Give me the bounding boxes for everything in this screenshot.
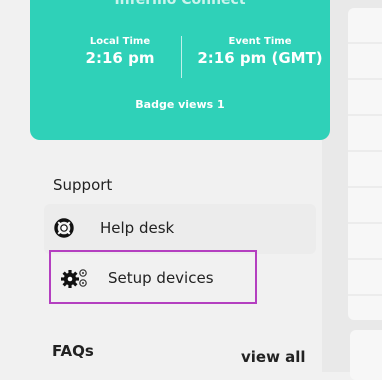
faqs-heading: FAQs xyxy=(52,342,94,360)
event-time-label: Event Time xyxy=(228,36,292,47)
time-display: Local Time 2:16 pm Event Time 2:16 pm (G… xyxy=(30,36,330,86)
event-title: Infermo Connect xyxy=(114,0,246,8)
support-heading: Support xyxy=(53,176,113,194)
background-content xyxy=(322,0,382,380)
badge-views: Badge views 1 xyxy=(135,98,225,111)
gears-icon xyxy=(61,267,91,289)
help-desk-button[interactable]: Help desk xyxy=(44,204,316,254)
time-divider xyxy=(181,36,182,78)
setup-devices-button[interactable]: Setup devices xyxy=(49,250,257,304)
local-time-label: Local Time xyxy=(89,36,151,47)
local-time-value: 2:16 pm xyxy=(85,49,155,67)
background-panel xyxy=(348,8,382,320)
event-time: Event Time 2:16 pm (GMT) xyxy=(190,36,330,67)
setup-devices-label: Setup devices xyxy=(108,269,214,287)
local-time: Local Time 2:16 pm xyxy=(50,36,190,67)
event-time-value: 2:16 pm (GMT) xyxy=(197,49,323,67)
help-desk-label: Help desk xyxy=(100,219,175,237)
background-card xyxy=(350,330,382,380)
lifebuoy-icon xyxy=(54,218,74,238)
view-all-link[interactable]: view all xyxy=(241,348,306,366)
event-info-card: Infermo Connect Local Time 2:16 pm Event… xyxy=(30,0,330,140)
